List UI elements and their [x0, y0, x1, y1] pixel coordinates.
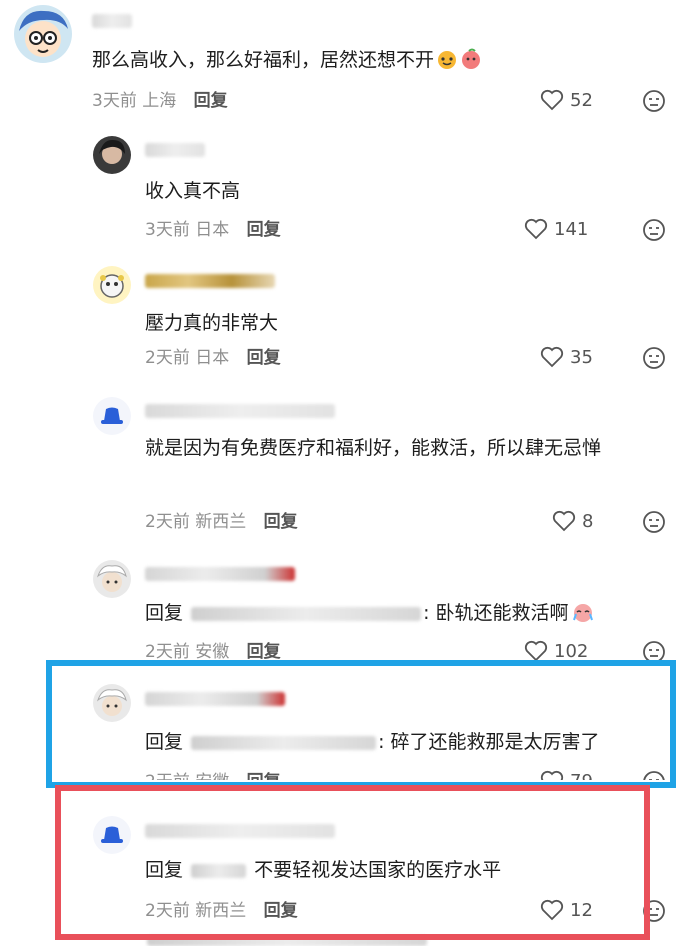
location: 安徽 [195, 642, 230, 662]
comment-2: 收入真不高 3天前 日本 回复 141 [0, 130, 693, 260]
heart-outline-icon [524, 218, 548, 240]
heart-outline-icon [524, 640, 548, 662]
timestamp: 3天前 [145, 220, 190, 240]
like-count: 8 [582, 511, 594, 532]
comment-1: 那么高收入，那么好福利，居然还想不开 3天前 上海 回复 52 [0, 0, 693, 130]
comment-text: 壓力真的非常大 [145, 312, 279, 334]
reply-prefix: 回复 [145, 602, 184, 624]
username-redacted[interactable] [145, 274, 275, 288]
location: 新西兰 [195, 512, 247, 532]
timestamp: 2天前 [145, 512, 190, 532]
reply-button[interactable]: 回复 [247, 220, 281, 240]
like-count: 141 [554, 219, 589, 240]
location: 日本 [195, 220, 230, 240]
username-redacted[interactable] [145, 143, 205, 157]
location: 上海 [142, 91, 177, 111]
comment-text: 收入真不高 [145, 180, 241, 202]
like-button[interactable]: 8 [552, 510, 593, 534]
comment-meta: 3天前 日本 回复 [145, 218, 281, 242]
peach-emoji-icon [460, 48, 482, 80]
avatar[interactable] [93, 136, 131, 174]
avatar[interactable] [14, 5, 72, 63]
timestamp: 2天前 [145, 642, 190, 662]
frown-face-icon [643, 511, 665, 533]
reply-button[interactable]: 回复 [194, 91, 228, 111]
comment-3: 壓力真的非常大 2天前 日本 回复 35 [0, 262, 693, 392]
like-count: 52 [570, 90, 593, 111]
avatar[interactable] [93, 266, 131, 304]
frown-face-icon [643, 90, 665, 112]
blush-emoji-icon [436, 48, 458, 80]
heart-outline-icon [552, 510, 576, 532]
username-redacted[interactable] [145, 567, 295, 581]
dislike-button[interactable] [642, 218, 666, 246]
timestamp: 2天前 [145, 348, 190, 368]
username-redacted[interactable] [92, 14, 132, 28]
dislike-button[interactable] [642, 346, 666, 374]
avatar[interactable] [93, 560, 131, 598]
like-button[interactable]: 141 [524, 218, 588, 242]
heart-outline-icon [540, 89, 564, 111]
highlight-box-blue [46, 660, 676, 788]
reply-button[interactable]: 回复 [264, 512, 298, 532]
comment-meta: 2天前 日本 回复 [145, 346, 281, 370]
location: 日本 [195, 348, 230, 368]
comment-meta: 2天前 新西兰 回复 [145, 510, 298, 534]
highlight-box-red [55, 785, 650, 940]
frown-face-icon [643, 347, 665, 369]
frown-face-icon [643, 219, 665, 241]
like-count: 35 [570, 347, 593, 368]
heart-outline-icon [540, 346, 564, 368]
like-count: 102 [554, 641, 589, 662]
crying-emoji-icon [571, 601, 595, 633]
like-button[interactable]: 52 [540, 89, 593, 113]
mention-redacted[interactable] [191, 606, 422, 621]
comment-4: 就是因为有免费医疗和福利好，能救活，所以肆无忌惮 2天前 新西兰 回复 8 [0, 392, 693, 552]
comment-text: 那么高收入，那么好福利，居然还想不开 [92, 44, 482, 80]
reply-button[interactable]: 回复 [247, 642, 281, 662]
avatar[interactable] [93, 397, 131, 435]
like-button[interactable]: 35 [540, 346, 593, 370]
comment-text: 回复 : 卧轨还能救活啊 [145, 597, 595, 633]
comment-meta: 3天前 上海 回复 [92, 89, 228, 113]
dislike-button[interactable] [642, 89, 666, 117]
comment-text: 就是因为有免费医疗和福利好，能救活，所以肆无忌惮 [145, 437, 602, 459]
dislike-button[interactable] [642, 510, 666, 538]
timestamp: 3天前 [92, 91, 137, 111]
username-redacted[interactable] [145, 404, 335, 418]
reply-button[interactable]: 回复 [247, 348, 281, 368]
